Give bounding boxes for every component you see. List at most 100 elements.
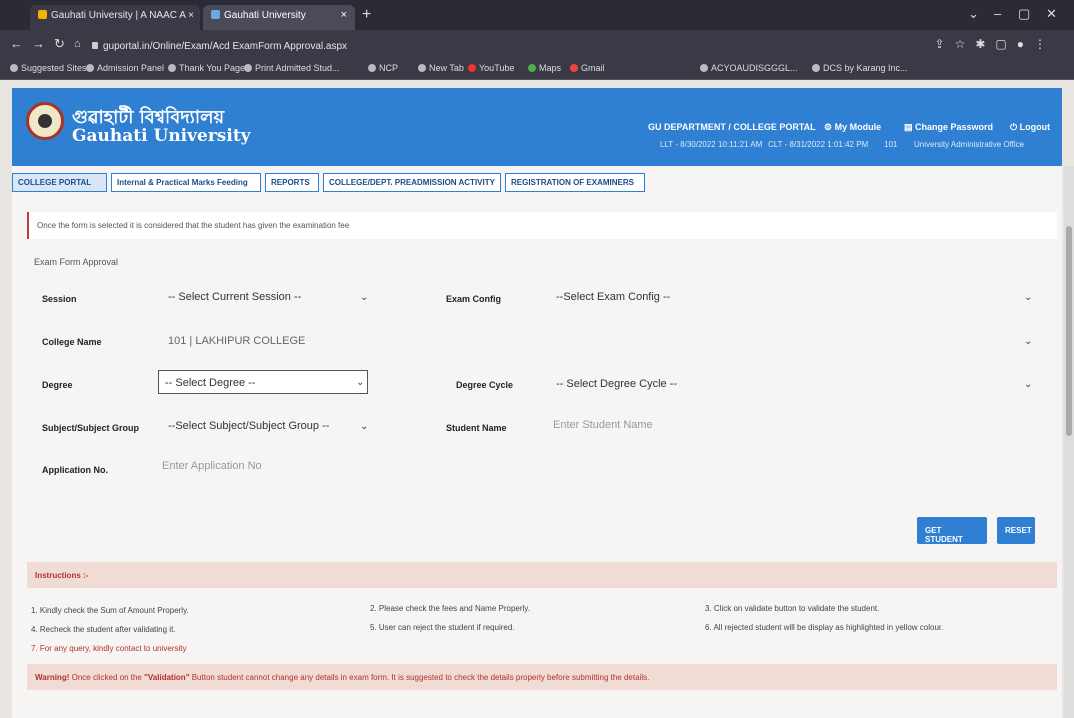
site-header: গুৱাহাটী বিশ্ববিদ্যালয় Gauhati Universi… [12, 88, 1062, 166]
gmail-icon [570, 64, 578, 72]
logout-link[interactable]: ⏻ Logout [1010, 122, 1050, 133]
degree-cycle-select-value: -- Select Degree Cycle -- [556, 378, 678, 390]
browser-tab[interactable]: Gauhati University | A NAAC A × [30, 5, 200, 30]
bookmark-item[interactable]: DCS by Karang Inc... [812, 63, 908, 73]
change-password-link[interactable]: ▤ Change Password [904, 122, 993, 133]
minimize-icon[interactable]: – [994, 6, 1001, 21]
bookmark-item[interactable]: Suggested Sites [10, 63, 87, 73]
favicon-icon [211, 10, 220, 19]
extension-icons[interactable]: ⇪☆✱▢●⋮ [935, 37, 1056, 51]
chevron-down-icon: ⌄ [356, 377, 365, 388]
forward-icon[interactable]: → [32, 36, 45, 51]
warning-text-b: Button student cannot change any details… [191, 673, 650, 682]
page-title: Exam Form Approval [34, 257, 119, 267]
exam-config-select[interactable]: --Select Exam Config -- [550, 285, 1040, 309]
session-label: Session [42, 294, 77, 304]
home-icon[interactable]: ⌂ [74, 38, 81, 50]
degree-select-value: -- Select Degree -- [165, 377, 256, 389]
page-content [12, 166, 1062, 718]
chevron-down-icon: ⌄ [360, 421, 369, 432]
college-name-value: 101 | LAKHIPUR COLLEGE [168, 335, 306, 347]
menu-item-reports[interactable]: REPORTS [265, 173, 319, 192]
instruction-item: 7. For any query, kindly contact to univ… [31, 644, 187, 653]
exam-config-label: Exam Config [446, 294, 502, 304]
url-field[interactable]: guportal.in/Online/Exam/Acd ExamForm App… [92, 41, 347, 52]
student-name-input[interactable]: Enter Student Name [553, 419, 653, 431]
my-module-link[interactable]: ⚙ My Module [824, 122, 881, 133]
maximize-icon[interactable]: ▢ [1018, 6, 1030, 22]
lock-icon [92, 42, 98, 49]
instructions-header: Instructions :- [27, 562, 1057, 588]
bookmark-item[interactable]: Gmail [570, 63, 605, 73]
degree-cycle-label: Degree Cycle [456, 380, 514, 390]
browser-tab-active[interactable]: Gauhati University × [203, 5, 355, 30]
close-window-icon[interactable]: ✕ [1046, 6, 1057, 22]
college-code: 101 [884, 140, 898, 149]
bookmark-item[interactable]: Print Admitted Stud... [244, 63, 340, 73]
instruction-item: 5. User can reject the student if requir… [370, 623, 515, 632]
current-login-time: CLT - 8/31/2022 1:01:42 PM [768, 140, 869, 149]
validation-warning: Warning! Once clicked on the "Validation… [27, 664, 1057, 690]
youtube-icon [468, 64, 476, 72]
chevron-down-icon: ⌄ [1024, 379, 1033, 390]
college-name-select[interactable]: 101 | LAKHIPUR COLLEGE [162, 329, 1032, 353]
brand-name-english: Gauhati University [72, 126, 251, 146]
apps-icon [10, 64, 18, 72]
globe-icon [244, 64, 252, 72]
maps-icon [528, 64, 536, 72]
tab-title: Gauhati University [224, 10, 306, 21]
bookmark-item[interactable]: Maps [528, 63, 561, 73]
menu-item-marks-feeding[interactable]: Internal & Practical Marks Feeding [111, 173, 261, 192]
scrollbar[interactable] [1064, 166, 1074, 718]
bookmark-item[interactable]: Thank You Page [168, 63, 245, 73]
new-tab-icon[interactable]: + [362, 6, 371, 24]
browser-tab-bar: Gauhati University | A NAAC A × Gauhati … [0, 0, 1074, 30]
tab-title: Gauhati University | A NAAC A × [51, 10, 194, 21]
degree-cycle-select[interactable]: -- Select Degree Cycle -- [550, 372, 1040, 396]
globe-icon [368, 64, 376, 72]
bookmark-item[interactable]: NCP [368, 63, 398, 73]
instruction-item: 3. Click on validate button to validate … [705, 604, 880, 613]
globe-icon [86, 64, 94, 72]
reload-icon[interactable]: ↻ [54, 36, 65, 52]
favicon-icon [38, 10, 47, 19]
exam-config-select-value: --Select Exam Config -- [556, 291, 671, 303]
chevron-down-icon: ⌄ [1024, 292, 1033, 303]
university-logo [26, 102, 64, 140]
student-name-label: Student Name [446, 423, 507, 433]
globe-icon [812, 64, 820, 72]
subject-group-select[interactable]: --Select Subject/Subject Group -- [162, 414, 372, 438]
globe-icon [700, 64, 708, 72]
subject-group-select-value: --Select Subject/Subject Group -- [168, 420, 330, 432]
globe-icon [418, 64, 426, 72]
instruction-item: 1. Kindly check the Sum of Amount Proper… [31, 606, 189, 615]
warning-prefix: Warning! [35, 673, 70, 682]
degree-select[interactable]: -- Select Degree -- [158, 370, 368, 394]
bookmark-item[interactable]: ACYOAUDISGGGL... [700, 63, 798, 73]
menu-item-preadmission[interactable]: COLLEGE/DEPT. PREADMISSION ACTIVITY [323, 173, 501, 192]
session-select-value: -- Select Current Session -- [168, 291, 302, 303]
scrollbar-thumb[interactable] [1066, 226, 1072, 436]
application-no-input[interactable]: Enter Application No [162, 460, 262, 472]
menu-item-registration-examiners[interactable]: REGISTRATION OF EXAMINERS [505, 173, 645, 192]
chevron-down-icon[interactable]: ⌄ [968, 6, 979, 22]
bookmark-item[interactable]: Admission Panel [86, 63, 164, 73]
back-icon[interactable]: ← [10, 36, 23, 51]
menu-item-college-portal[interactable]: COLLEGE PORTAL [12, 173, 107, 192]
degree-label: Degree [42, 380, 73, 390]
address-bar: ← → ↻ ⌂ guportal.in/Online/Exam/Acd Exam… [0, 30, 1074, 58]
application-no-label: Application No. [42, 465, 108, 475]
url-text: guportal.in/Online/Exam/Acd ExamForm App… [103, 41, 347, 52]
last-login-time: LLT - 8/30/2022 10:11:21 AM [660, 140, 763, 149]
bookmark-item[interactable]: YouTube [468, 63, 514, 73]
subject-group-label: Subject/Subject Group [42, 423, 140, 433]
get-student-button[interactable]: GET STUDENT [917, 517, 987, 544]
instruction-item: 4. Recheck the student after validating … [31, 625, 176, 634]
close-tab-icon[interactable]: × [341, 9, 347, 21]
session-select[interactable]: -- Select Current Session -- [162, 285, 372, 309]
instruction-item: 2. Please check the fees and Name Proper… [370, 604, 530, 613]
reset-button[interactable]: RESET [997, 517, 1035, 544]
key-icon: ▤ [904, 122, 916, 132]
portal-link[interactable]: GU DEPARTMENT / COLLEGE PORTAL [648, 122, 816, 132]
bookmark-item[interactable]: New Tab [418, 63, 464, 73]
